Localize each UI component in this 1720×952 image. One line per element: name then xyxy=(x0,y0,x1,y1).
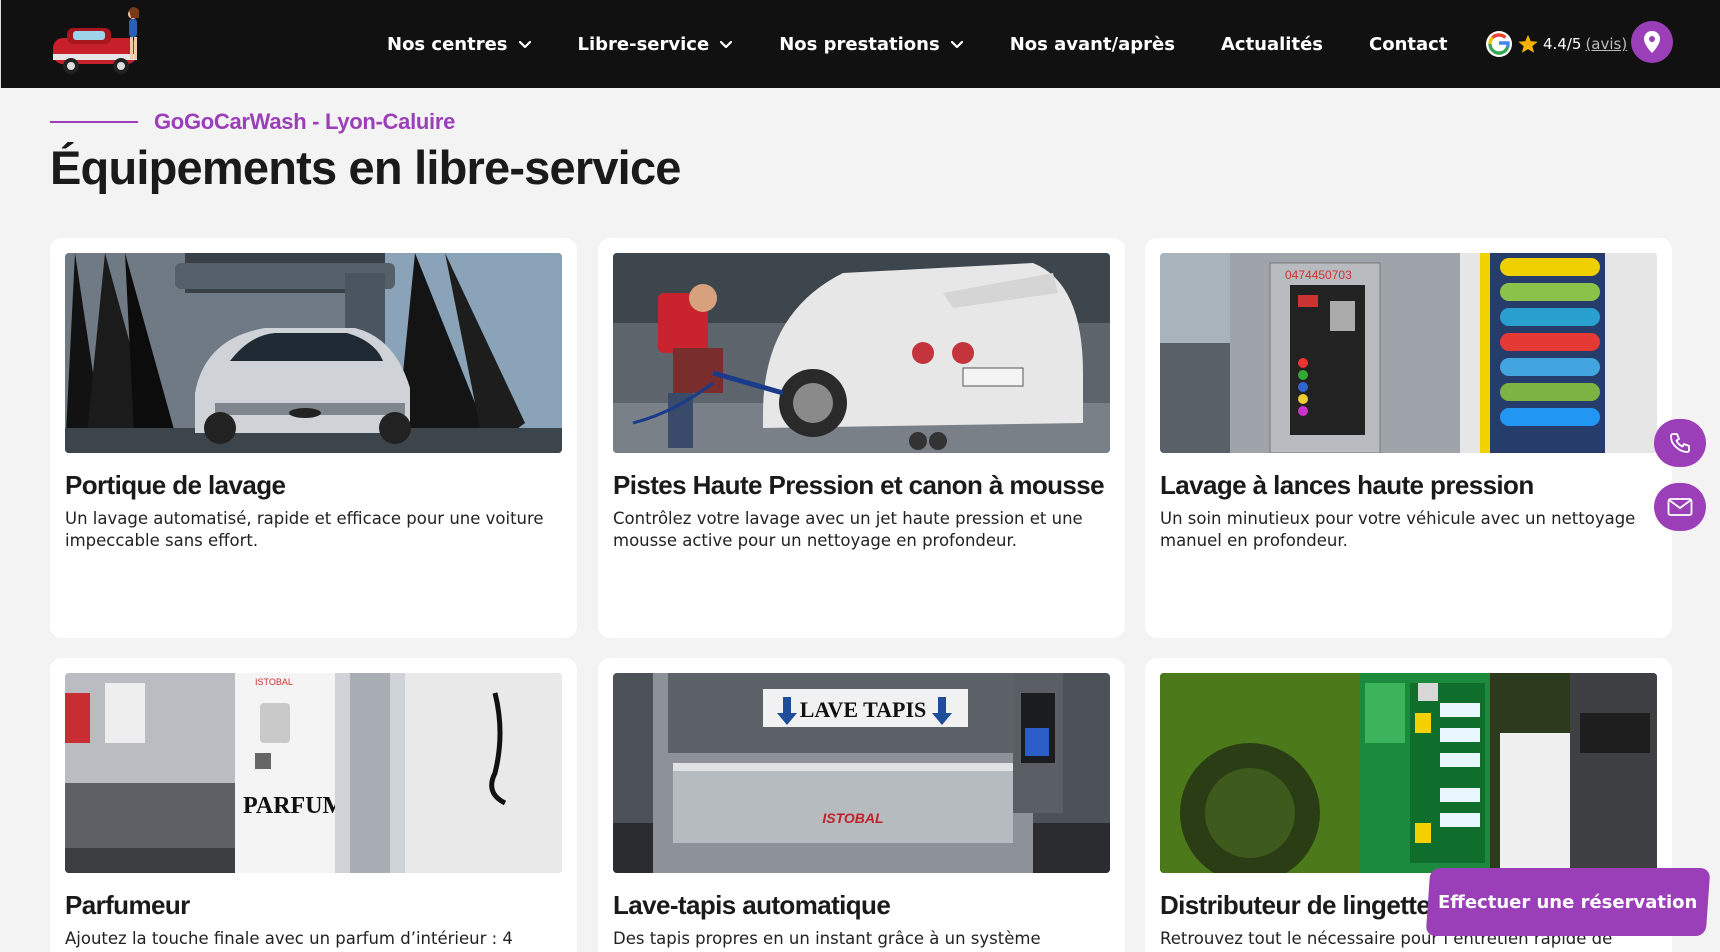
nav-item-libre-service[interactable]: Libre-service xyxy=(578,34,734,55)
reservation-button[interactable]: Effectuer une réservation xyxy=(1425,868,1711,936)
card-image-portique xyxy=(65,253,562,453)
nav-item-contact[interactable]: Contact xyxy=(1369,34,1447,55)
nav-item-label: Nos prestations xyxy=(779,33,940,55)
nav-item-nos-prestations[interactable]: Nos prestations xyxy=(779,34,964,55)
image-parfum-text: PARFUM xyxy=(243,793,345,819)
phone-button[interactable] xyxy=(1654,419,1706,467)
equipment-card[interactable]: 0474450703 Lavage à lances haute pressio… xyxy=(1145,238,1672,638)
image-phone-number: 0474450703 xyxy=(1285,268,1352,282)
equipment-card[interactable]: ISTOBAL PARFUM Parfumeur Ajoutez la touc… xyxy=(50,658,577,952)
card-image-lances: 0474450703 xyxy=(1160,253,1657,453)
card-title: Parfumeur xyxy=(65,890,190,920)
card-title: Lave-tapis automatique xyxy=(613,890,891,920)
image-lave-tapis-text: LAVE TAPIS xyxy=(800,697,927,722)
card-title: Portique de lavage xyxy=(65,470,286,500)
google-icon xyxy=(1486,31,1512,57)
card-description: Un soin minutieux pour votre véhicule av… xyxy=(1160,509,1636,550)
page-title: Équipements en libre-service xyxy=(50,141,681,194)
nav-item-label: Libre-service xyxy=(577,33,710,55)
site-header: Nos centres Libre-service Nos prestation… xyxy=(0,0,1720,88)
eyebrow-divider xyxy=(50,121,138,123)
nav-item-label: Nos avant/après xyxy=(1009,33,1175,55)
card-description: Contrôlez votre lavage avec un jet haute… xyxy=(613,509,1083,550)
mail-button[interactable] xyxy=(1654,483,1706,531)
eyebrow-text: GoGoCarWash - Lyon-Caluire xyxy=(154,109,456,134)
card-description: Un lavage automatisé, rapide et efficace… xyxy=(65,509,544,550)
image-istobal-logo: ISTOBAL xyxy=(822,810,883,826)
rating-score: 4.4/5 xyxy=(1543,35,1582,53)
equipment-card[interactable]: Portique de lavage Un lavage automatisé,… xyxy=(50,238,577,638)
card-title: Distributeur de lingettes et xyxy=(1160,890,1473,920)
card-title: Pistes Haute Pression et canon à mousse xyxy=(613,470,1105,500)
site-logo[interactable] xyxy=(49,4,153,82)
nav-item-label: Nos centres xyxy=(387,33,508,55)
reservation-button-label: Effectuer une réservation xyxy=(1438,891,1698,913)
chevron-down-icon xyxy=(950,40,963,49)
card-image-haute-pression xyxy=(613,253,1110,453)
nav-item-label: Contact xyxy=(1369,33,1448,55)
image-istobal-text: ISTOBAL xyxy=(255,677,293,687)
chevron-down-icon xyxy=(720,40,733,49)
google-rating: 4.4/5 (avis) xyxy=(1485,24,1627,64)
star-icon xyxy=(1518,34,1538,53)
nav-item-label: Actualités xyxy=(1220,33,1324,55)
card-description: Ajoutez la touche finale avec un parfum … xyxy=(65,929,513,948)
nav-item-nos-centres[interactable]: Nos centres xyxy=(387,34,532,55)
phone-icon xyxy=(1670,433,1690,453)
location-button[interactable] xyxy=(1631,21,1673,63)
chevron-down-icon xyxy=(518,40,531,49)
mail-icon xyxy=(1667,498,1693,516)
section-eyebrow: GoGoCarWash - Lyon-Caluire xyxy=(50,109,455,135)
card-title: Lavage à lances haute pression xyxy=(1160,470,1534,500)
equipment-card[interactable]: Pistes Haute Pression et canon à mousse … xyxy=(598,238,1125,638)
card-description: Des tapis propres en un instant grâce à … xyxy=(613,929,1041,948)
reviews-link[interactable]: (avis) xyxy=(1585,35,1627,53)
card-image-lave-tapis: LAVE TAPIS ISTOBAL xyxy=(613,673,1110,873)
location-pin-icon xyxy=(1644,31,1660,53)
equipment-card[interactable]: LAVE TAPIS ISTOBAL Lave-tapis automatiqu… xyxy=(598,658,1125,952)
nav-item-avant-apres[interactable]: Nos avant/après xyxy=(1010,34,1175,55)
nav-item-actualites[interactable]: Actualités xyxy=(1221,34,1323,55)
card-image-lingettes xyxy=(1160,673,1657,873)
main-nav: Nos centres Libre-service Nos prestation… xyxy=(387,0,1493,88)
card-image-parfumeur: ISTOBAL PARFUM xyxy=(65,673,562,873)
